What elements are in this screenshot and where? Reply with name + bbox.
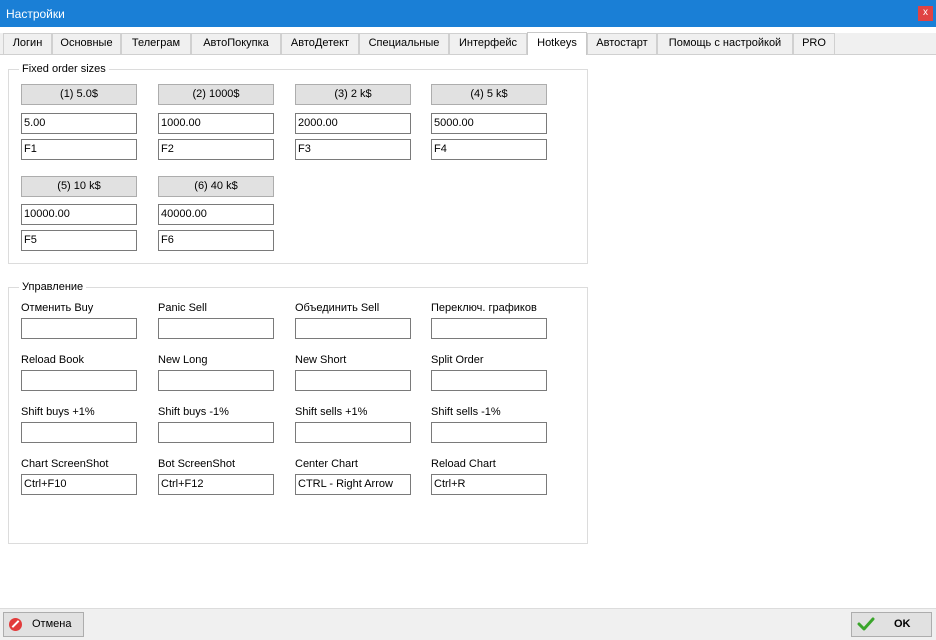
tab-telegram[interactable]: Телеграм [121,33,191,54]
amount-field-5[interactable]: 10000.00 [21,204,137,225]
hotkey-field-reload-book[interactable] [21,370,137,391]
window-title: Настройки [6,7,65,21]
hotkey-field-shift-buys-up[interactable] [21,422,137,443]
hotkey-field-6[interactable]: F6 [158,230,274,251]
fixed-order-sizes-group: Fixed order sizes (1) 5.0$ 5.00 F1 (2) 1… [8,63,588,264]
bottom-bar: Отмена OK [0,608,936,640]
tab-bar: Логин Основные Телеграм АвтоПокупка Авто… [0,32,936,55]
hotkey-field-reload-chart[interactable]: Ctrl+R [431,474,547,495]
hotkey-label-reload-book: Reload Book [21,354,84,366]
size-button-5[interactable]: (5) 10 k$ [21,176,137,197]
tab-pro[interactable]: PRO [793,33,835,54]
hotkey-field-split-order[interactable] [431,370,547,391]
size-button-2[interactable]: (2) 1000$ [158,84,274,105]
amount-field-6[interactable]: 40000.00 [158,204,274,225]
control-group: Управление Отменить Buy Panic Sell Объед… [8,281,588,544]
hotkey-field-2[interactable]: F2 [158,139,274,160]
size-button-6[interactable]: (6) 40 k$ [158,176,274,197]
amount-field-4[interactable]: 5000.00 [431,113,547,134]
hotkey-label-new-long: New Long [158,354,208,366]
cancel-button[interactable]: Отмена [3,612,84,637]
hotkey-label-bot-screenshot: Bot ScreenShot [158,458,236,470]
hotkey-label-reload-chart: Reload Chart [431,458,496,470]
close-icon[interactable]: x [918,6,933,21]
hotkey-field-shift-buys-down[interactable] [158,422,274,443]
hotkey-field-new-short[interactable] [295,370,411,391]
tab-login[interactable]: Логин [3,33,52,54]
tab-autodetect[interactable]: АвтоДетект [281,33,359,54]
tab-interface[interactable]: Интерфейс [449,33,527,54]
ok-button[interactable]: OK [851,612,932,637]
tab-setup-help[interactable]: Помощь с настройкой [657,33,793,54]
group-legend: Управление [19,281,87,294]
tab-hotkeys[interactable]: Hotkeys [527,32,587,55]
hotkey-field-switch-charts[interactable] [431,318,547,339]
hotkey-field-center-chart[interactable]: CTRL - Right Arrow [295,474,411,495]
hotkey-label-panic-sell: Panic Sell [158,302,207,314]
hotkey-label-shift-sells-up: Shift sells +1% [295,406,368,418]
hotkey-field-panic-sell[interactable] [158,318,274,339]
hotkey-field-cancel-buy[interactable] [21,318,137,339]
size-button-4[interactable]: (4) 5 k$ [431,84,547,105]
hotkey-label-split-order: Split Order [431,354,484,366]
hotkey-label-shift-buys-up: Shift buys +1% [21,406,95,418]
size-button-1[interactable]: (1) 5.0$ [21,84,137,105]
hotkey-label-chart-screenshot: Chart ScreenShot [21,458,109,470]
hotkey-label-cancel-buy: Отменить Buy [21,302,94,314]
hotkey-field-4[interactable]: F4 [431,139,547,160]
group-legend: Fixed order sizes [19,63,109,76]
hotkey-label-merge-sell: Объединить Sell [295,302,380,314]
hotkey-field-shift-sells-down[interactable] [431,422,547,443]
tab-main[interactable]: Основные [52,33,121,54]
hotkey-field-1[interactable]: F1 [21,139,137,160]
ok-label: OK [894,618,911,630]
checkmark-icon [857,617,875,631]
hotkey-label-shift-buys-down: Shift buys -1% [158,406,229,418]
tab-autobuy[interactable]: АвтоПокупка [191,33,281,54]
tab-special[interactable]: Специальные [359,33,449,54]
amount-field-3[interactable]: 2000.00 [295,113,411,134]
hotkey-field-new-long[interactable] [158,370,274,391]
hotkey-label-shift-sells-down: Shift sells -1% [431,406,501,418]
hotkey-field-3[interactable]: F3 [295,139,411,160]
cancel-icon [9,618,22,631]
hotkey-label-center-chart: Center Chart [295,458,358,470]
hotkey-field-chart-screenshot[interactable]: Ctrl+F10 [21,474,137,495]
tab-autostart[interactable]: Автостарт [587,33,657,54]
hotkey-field-5[interactable]: F5 [21,230,137,251]
hotkey-field-shift-sells-up[interactable] [295,422,411,443]
cancel-label: Отмена [32,618,72,630]
hotkey-label-new-short: New Short [295,354,347,366]
amount-field-2[interactable]: 1000.00 [158,113,274,134]
title-bar: Настройки x [0,0,936,27]
hotkey-label-switch-charts: Переключ. графиков [431,302,537,314]
hotkey-field-bot-screenshot[interactable]: Ctrl+F12 [158,474,274,495]
size-button-3[interactable]: (3) 2 k$ [295,84,411,105]
amount-field-1[interactable]: 5.00 [21,113,137,134]
hotkey-field-merge-sell[interactable] [295,318,411,339]
